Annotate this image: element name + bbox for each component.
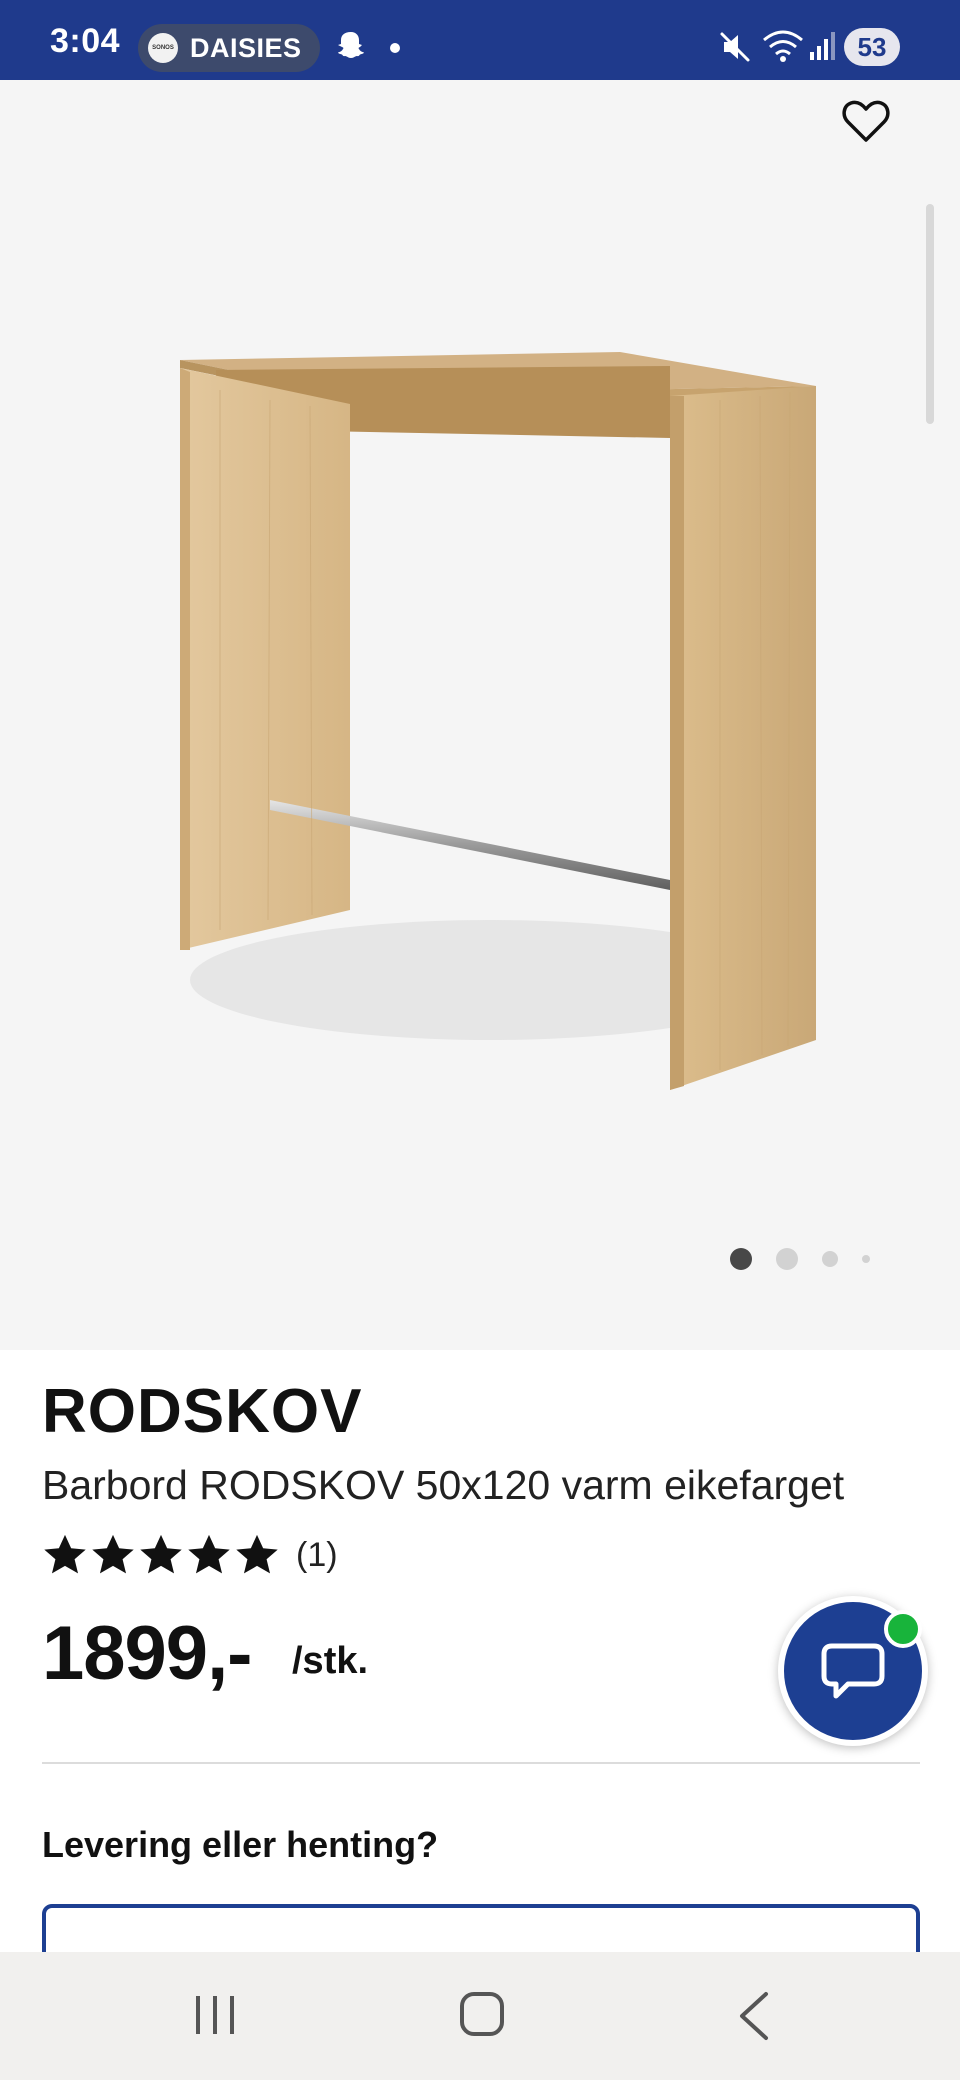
delivery-heading: Levering eller henting? (42, 1824, 439, 1865)
back-icon[interactable] (734, 1990, 774, 2042)
sonos-icon: SONOS (148, 33, 178, 63)
mute-icon (720, 32, 750, 62)
chat-bubble-icon (821, 1643, 885, 1699)
star-icon (92, 1534, 134, 1574)
rating-count: (1) (296, 1535, 338, 1574)
battery-indicator: 53 (844, 28, 900, 66)
image-pager[interactable] (730, 1248, 894, 1270)
star-icon (188, 1534, 230, 1574)
product-name: RODSKOV (42, 1377, 363, 1446)
star-icon (44, 1534, 86, 1574)
media-label: DAISIES (190, 32, 302, 63)
home-icon[interactable] (458, 1988, 506, 2040)
online-status-badge (884, 1610, 922, 1648)
notification-dot (390, 43, 400, 53)
media-playing-chip[interactable]: SONOS DAISIES (138, 24, 320, 72)
rating-stars (42, 1532, 282, 1578)
wifi-icon (763, 30, 803, 62)
favorite-heart-icon[interactable] (842, 98, 890, 144)
pager-dot[interactable] (862, 1255, 870, 1263)
pager-dot-active[interactable] (730, 1248, 752, 1270)
product-price: 1899,- (42, 1611, 252, 1696)
product-description: Barbord RODSKOV 50x120 varm eikefarget (42, 1462, 845, 1508)
product-image-gallery[interactable] (0, 80, 960, 1350)
system-nav-bar (0, 1952, 960, 2080)
recents-icon[interactable] (190, 1990, 240, 2040)
scrollbar[interactable] (926, 204, 934, 424)
product-image (180, 352, 816, 1090)
status-time: 3:04 (50, 22, 121, 60)
price-unit: /stk. (292, 1640, 369, 1682)
status-bar: 3:04 SONOS DAISIES 53 (0, 0, 960, 80)
star-icon (236, 1534, 278, 1574)
pager-dot[interactable] (822, 1251, 838, 1267)
product-rating[interactable]: (1) (42, 1532, 338, 1578)
signal-icon (810, 32, 835, 60)
star-icon (140, 1534, 182, 1574)
divider (42, 1762, 920, 1764)
snapchat-icon (338, 32, 364, 58)
pager-dot[interactable] (776, 1248, 798, 1270)
